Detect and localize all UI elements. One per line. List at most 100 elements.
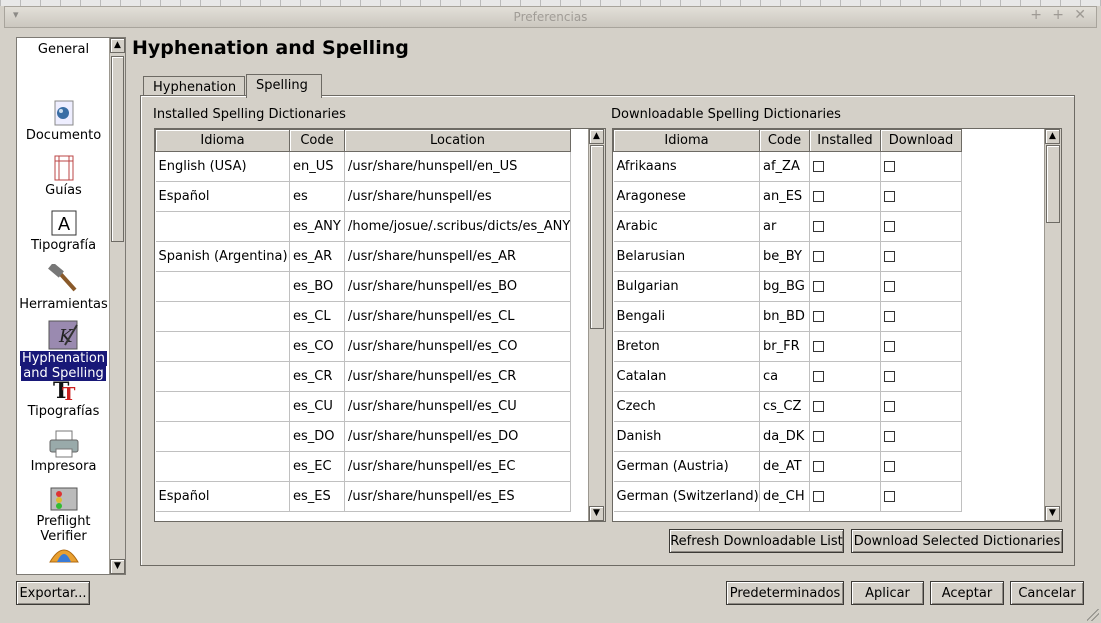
table-row[interactable]: Arabic ar bbox=[613, 211, 962, 242]
sidebar-item-herramientas[interactable]: Herramientas bbox=[17, 262, 110, 312]
preferences-sidebar[interactable]: General Documento Guías A Tipografía Herramie… bbox=[16, 37, 126, 575]
download-checkbox[interactable] bbox=[884, 461, 895, 472]
table-row[interactable]: Spanish (Argentina) es_AR/usr/share/hunsp… bbox=[155, 241, 571, 272]
table-row[interactable]: Español es_ES/usr/share/hunspell/es_ES bbox=[155, 481, 571, 512]
download-checkbox[interactable] bbox=[884, 281, 895, 292]
sidebar-item-hyphenation[interactable]: K Hyphenation and Spelling bbox=[17, 319, 110, 381]
table-row[interactable]: Bengali bn_BD bbox=[613, 301, 962, 332]
installed-checkbox[interactable] bbox=[813, 491, 824, 502]
download-checkbox[interactable] bbox=[884, 191, 895, 202]
installed-checkbox[interactable] bbox=[813, 191, 824, 202]
table-row[interactable]: Czech cs_CZ bbox=[613, 391, 962, 422]
installed-scroll-thumb[interactable] bbox=[590, 145, 604, 329]
table-row[interactable]: Danish da_DK bbox=[613, 421, 962, 452]
table-row[interactable]: Aragonese an_ES bbox=[613, 181, 962, 212]
minimize-icon[interactable]: + bbox=[1030, 7, 1042, 23]
table-row[interactable]: Español es/usr/share/hunspell/es bbox=[155, 181, 571, 212]
sidebar-scroll-thumb[interactable] bbox=[111, 56, 124, 242]
table-row[interactable]: Breton br_FR bbox=[613, 331, 962, 362]
download-checkbox[interactable] bbox=[884, 251, 895, 262]
installed-checkbox[interactable] bbox=[813, 161, 824, 172]
installed-checkbox[interactable] bbox=[813, 401, 824, 412]
installed-checkbox[interactable] bbox=[813, 341, 824, 352]
table-row[interactable]: es_DO/usr/share/hunspell/es_DO bbox=[155, 421, 571, 452]
download-checkbox[interactable] bbox=[884, 311, 895, 322]
scroll-down-icon[interactable]: ▼ bbox=[1045, 506, 1060, 521]
table-row[interactable]: Belarusian be_BY bbox=[613, 241, 962, 272]
sidebar-item-impresora[interactable]: Impresora bbox=[17, 429, 110, 474]
download-checkbox[interactable] bbox=[884, 431, 895, 442]
downloadable-scrollbar[interactable]: ▲ ▼ bbox=[1044, 129, 1061, 521]
installed-dictionaries-table[interactable]: Idioma Code Location English (USA) en_US /… bbox=[154, 128, 606, 522]
table-row[interactable]: es_CU/usr/share/hunspell/es_CU bbox=[155, 391, 571, 422]
table-row[interactable]: Afrikaans af_ZA bbox=[613, 151, 962, 182]
installed-checkbox[interactable] bbox=[813, 221, 824, 232]
installed-cell bbox=[809, 301, 881, 332]
download-checkbox[interactable] bbox=[884, 221, 895, 232]
column-header-code[interactable]: Code bbox=[289, 129, 345, 152]
column-header-location[interactable]: Location bbox=[344, 129, 571, 152]
scroll-down-icon[interactable]: ▼ bbox=[110, 559, 125, 574]
installed-checkbox[interactable] bbox=[813, 431, 824, 442]
sidebar-item-general[interactable]: General bbox=[17, 42, 110, 57]
sidebar-item-preflight[interactable]: Preflight Verifier bbox=[17, 484, 110, 544]
cancel-button[interactable]: Cancelar bbox=[1010, 581, 1084, 605]
scroll-up-icon[interactable]: ▲ bbox=[1045, 129, 1060, 144]
sidebar-item-label: Herramientas bbox=[19, 297, 108, 312]
page-title: Hyphenation and Spelling bbox=[132, 37, 409, 59]
apply-button[interactable]: Aplicar bbox=[851, 581, 924, 605]
table-row[interactable]: es_CL/usr/share/hunspell/es_CL bbox=[155, 301, 571, 332]
table-row[interactable]: es_CO/usr/share/hunspell/es_CO bbox=[155, 331, 571, 362]
defaults-button[interactable]: Predeterminados bbox=[726, 581, 844, 605]
download-checkbox[interactable] bbox=[884, 161, 895, 172]
scroll-down-icon[interactable]: ▼ bbox=[589, 506, 604, 521]
accept-button[interactable]: Aceptar bbox=[930, 581, 1004, 605]
sidebar-item-tipograf-as[interactable]: T T Tipografías bbox=[17, 374, 110, 419]
installed-checkbox[interactable] bbox=[813, 371, 824, 382]
table-row[interactable]: es_ANY/home/josue/.scribus/dicts/es_ANY bbox=[155, 211, 571, 242]
typography-icon: A bbox=[17, 209, 110, 238]
scroll-up-icon[interactable]: ▲ bbox=[110, 38, 125, 53]
column-header-download[interactable]: Download bbox=[880, 129, 962, 152]
tab-spelling[interactable]: Spelling bbox=[246, 74, 322, 98]
window-titlebar[interactable]: ▾ Preferencias + + ✕ bbox=[4, 6, 1097, 28]
sidebar-item-gu-as[interactable]: Guías bbox=[17, 154, 110, 198]
table-row[interactable]: German (Switzerland) de_CH bbox=[613, 481, 962, 512]
table-row[interactable]: Bulgarian bg_BG bbox=[613, 271, 962, 302]
export-button[interactable]: Exportar... bbox=[16, 581, 90, 605]
table-row[interactable]: es_EC/usr/share/hunspell/es_EC bbox=[155, 451, 571, 482]
sidebar-scrollbar[interactable]: ▲ ▼ bbox=[109, 38, 125, 574]
downloadable-dictionaries-table[interactable]: Idioma Code Installed Download Afrikaans… bbox=[612, 128, 1062, 522]
download-checkbox[interactable] bbox=[884, 401, 895, 412]
language-cell: Danish bbox=[613, 421, 760, 452]
sidebar-item-label: Impresora bbox=[30, 459, 97, 474]
table-row[interactable]: es_BO/usr/share/hunspell/es_BO bbox=[155, 271, 571, 302]
maximize-icon[interactable]: + bbox=[1052, 7, 1064, 23]
installed-scrollbar[interactable]: ▲ ▼ bbox=[588, 129, 605, 521]
table-row[interactable]: Catalan ca bbox=[613, 361, 962, 392]
column-header-idioma[interactable]: Idioma bbox=[155, 129, 290, 152]
installed-checkbox[interactable] bbox=[813, 461, 824, 472]
close-icon[interactable]: ✕ bbox=[1074, 7, 1086, 23]
sidebar-item-more[interactable] bbox=[17, 544, 110, 564]
column-header-idioma[interactable]: Idioma bbox=[613, 129, 760, 152]
table-row[interactable]: English (USA) en_US/usr/share/hunspell/en… bbox=[155, 151, 571, 182]
scroll-up-icon[interactable]: ▲ bbox=[589, 129, 604, 144]
resize-grip[interactable] bbox=[1087, 609, 1099, 621]
table-row[interactable]: German (Austria) de_AT bbox=[613, 451, 962, 482]
download-selected-dictionaries-button[interactable]: Download Selected Dictionaries bbox=[851, 529, 1063, 553]
column-header-installed[interactable]: Installed bbox=[809, 129, 881, 152]
sidebar-item-documento[interactable]: Documento bbox=[17, 99, 110, 143]
column-header-code[interactable]: Code bbox=[759, 129, 810, 152]
downloadable-scroll-thumb[interactable] bbox=[1046, 145, 1060, 223]
refresh-downloadable-list-button[interactable]: Refresh Downloadable List bbox=[669, 529, 844, 553]
installed-checkbox[interactable] bbox=[813, 251, 824, 262]
download-checkbox[interactable] bbox=[884, 371, 895, 382]
download-checkbox[interactable] bbox=[884, 341, 895, 352]
tab-hyphenation[interactable]: Hyphenation bbox=[143, 76, 245, 97]
download-checkbox[interactable] bbox=[884, 491, 895, 502]
table-row[interactable]: es_CR/usr/share/hunspell/es_CR bbox=[155, 361, 571, 392]
installed-checkbox[interactable] bbox=[813, 281, 824, 292]
installed-checkbox[interactable] bbox=[813, 311, 824, 322]
sidebar-item-tipograf-a[interactable]: A Tipografía bbox=[17, 209, 110, 253]
